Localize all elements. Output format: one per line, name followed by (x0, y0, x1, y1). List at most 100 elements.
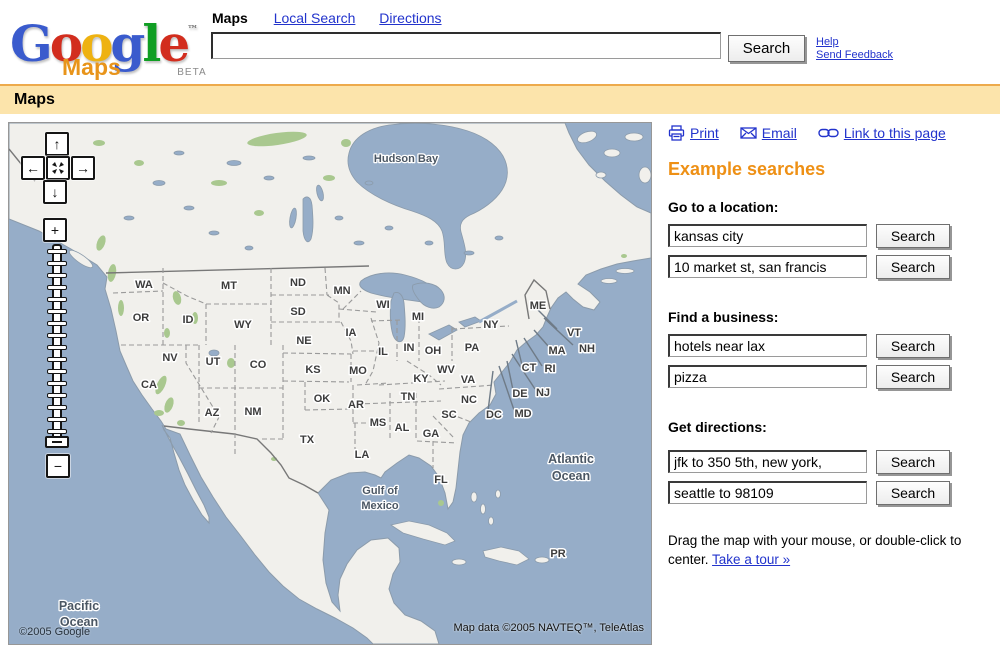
map-state-label-sd: SD (290, 306, 305, 318)
zoom-level-tick[interactable] (47, 309, 67, 314)
map-state-label-nh: NH (579, 343, 595, 355)
zoom-out-button[interactable]: − (46, 454, 70, 478)
example-searches-heading: Example searches (668, 159, 994, 180)
zoom-level-tick[interactable] (47, 429, 67, 434)
print-link[interactable]: Print (690, 125, 719, 141)
email-link[interactable]: Email (762, 125, 797, 141)
main-search-input[interactable] (211, 32, 721, 59)
zoom-level-tick[interactable] (47, 393, 67, 398)
map-state-label-pa: PA (465, 342, 480, 354)
zoom-level-tick[interactable] (47, 273, 67, 278)
link-to-page-action[interactable]: Link to this page (818, 125, 946, 141)
send-feedback-link[interactable]: Send Feedback (816, 49, 893, 62)
map-state-label-sc: SC (441, 409, 456, 421)
zoom-level-tick[interactable] (47, 381, 67, 386)
business-search-button-1[interactable]: Search (876, 334, 950, 358)
zoom-level-tick[interactable] (47, 261, 67, 266)
page-title: Maps (0, 86, 1000, 109)
directions-search-input-1[interactable] (668, 450, 867, 473)
arrow-left-icon: ← (26, 160, 40, 176)
zoom-level-tick[interactable] (47, 357, 67, 362)
map-state-label-ut: UT (206, 356, 221, 368)
map-state-label-mi: MI (412, 311, 424, 323)
link-to-this-page-link[interactable]: Link to this page (844, 125, 946, 141)
map-state-label-wv: WV (437, 364, 455, 376)
nav-link-local-search[interactable]: Local Search (274, 10, 356, 26)
zoom-level-tick[interactable] (47, 405, 67, 410)
map-water-label: Mexico (361, 500, 399, 512)
map-water-label: Atlantic (548, 452, 594, 466)
map-state-label-vt: VT (567, 327, 581, 339)
map-state-label-nv: NV (162, 352, 178, 364)
page-actions: Print Email Link to this page (668, 124, 994, 142)
business-search-input-2[interactable] (668, 365, 867, 388)
zoom-level-tick[interactable] (47, 321, 67, 326)
business-search-button-2[interactable]: Search (876, 365, 950, 389)
zoom-level-tick[interactable] (47, 345, 67, 350)
map-state-label-tx: TX (300, 434, 315, 446)
nav-tab-maps[interactable]: Maps (212, 10, 248, 26)
zoom-slider-handle[interactable] (45, 436, 69, 448)
handle-grip-icon (52, 441, 62, 443)
zoom-level-tick[interactable] (47, 369, 67, 374)
zoom-level-tick[interactable] (47, 333, 67, 338)
recenter-icon (51, 161, 65, 175)
map-state-label-in: IN (404, 342, 415, 354)
location-search-button-1[interactable]: Search (876, 224, 950, 248)
page-title-bar: Maps (0, 84, 1000, 114)
pan-up-button[interactable]: ↑ (45, 132, 69, 156)
map-image[interactable]: Hudson BayAtlanticOceanGulf ofMexicoPaci… (9, 123, 651, 644)
plus-icon: + (51, 222, 59, 238)
zoom-slider-track[interactable] (52, 244, 62, 446)
location-search-input-1[interactable] (668, 224, 867, 247)
pan-right-button[interactable]: → (71, 156, 95, 180)
map-water-label: Hudson Bay (374, 153, 439, 165)
directions-search-button-1[interactable]: Search (876, 450, 950, 474)
search-row: Search (668, 334, 994, 361)
drag-map-tip: Drag the map with your mouse, or double-… (668, 531, 968, 569)
map-state-label-ia: IA (346, 327, 357, 339)
map-state-label-me: ME (530, 300, 547, 312)
arrow-right-icon: → (76, 160, 90, 176)
pan-left-button[interactable]: ← (21, 156, 45, 180)
zoom-level-tick[interactable] (47, 285, 67, 290)
search-row: Search (668, 255, 994, 282)
zoom-level-tick[interactable] (47, 297, 67, 302)
arrow-down-icon: ↓ (52, 184, 59, 200)
zoom-level-tick[interactable] (47, 249, 67, 254)
map-state-label-co: CO (250, 359, 267, 371)
pan-down-button[interactable]: ↓ (43, 180, 67, 204)
logo-beta-label: BETA (177, 67, 206, 78)
main-search-button[interactable]: Search (728, 35, 805, 62)
link-icon (818, 128, 839, 138)
directions-search-button-2[interactable]: Search (876, 481, 950, 505)
logo-trademark: ™ (187, 23, 198, 36)
google-maps-page: Google™ Maps BETA Maps Local Search Dire… (0, 0, 1000, 655)
map-state-label-al: AL (395, 422, 410, 434)
logo-letter: G (10, 14, 50, 73)
map-state-label-or: OR (133, 312, 150, 324)
map-state-label-ky: KY (413, 373, 429, 385)
section-title-directions: Get directions: (668, 419, 994, 435)
business-search-input-1[interactable] (668, 334, 867, 357)
email-action[interactable]: Email (740, 125, 797, 141)
map-water-label: Pacific (59, 599, 99, 613)
logo-maps-label: Maps (62, 54, 121, 80)
map-state-label-md: MD (514, 408, 531, 420)
directions-search-input-2[interactable] (668, 481, 867, 504)
zoom-in-button[interactable]: + (43, 218, 67, 242)
map-canvas[interactable]: Hudson BayAtlanticOceanGulf ofMexicoPaci… (8, 122, 652, 645)
zoom-level-tick[interactable] (47, 417, 67, 422)
map-state-label-ks: KS (305, 364, 320, 376)
minus-icon: − (54, 458, 62, 474)
help-link[interactable]: Help (816, 36, 893, 49)
take-a-tour-link[interactable]: Take a tour » (712, 552, 790, 567)
map-state-label-il: IL (378, 346, 388, 358)
location-search-button-2[interactable]: Search (876, 255, 950, 279)
location-search-input-2[interactable] (668, 255, 867, 278)
print-action[interactable]: Print (668, 125, 719, 141)
map-state-label-la: LA (355, 449, 370, 461)
recenter-button[interactable] (46, 156, 70, 180)
nav-link-directions[interactable]: Directions (379, 10, 441, 26)
map-copyright: ©2005 Google (19, 626, 90, 638)
